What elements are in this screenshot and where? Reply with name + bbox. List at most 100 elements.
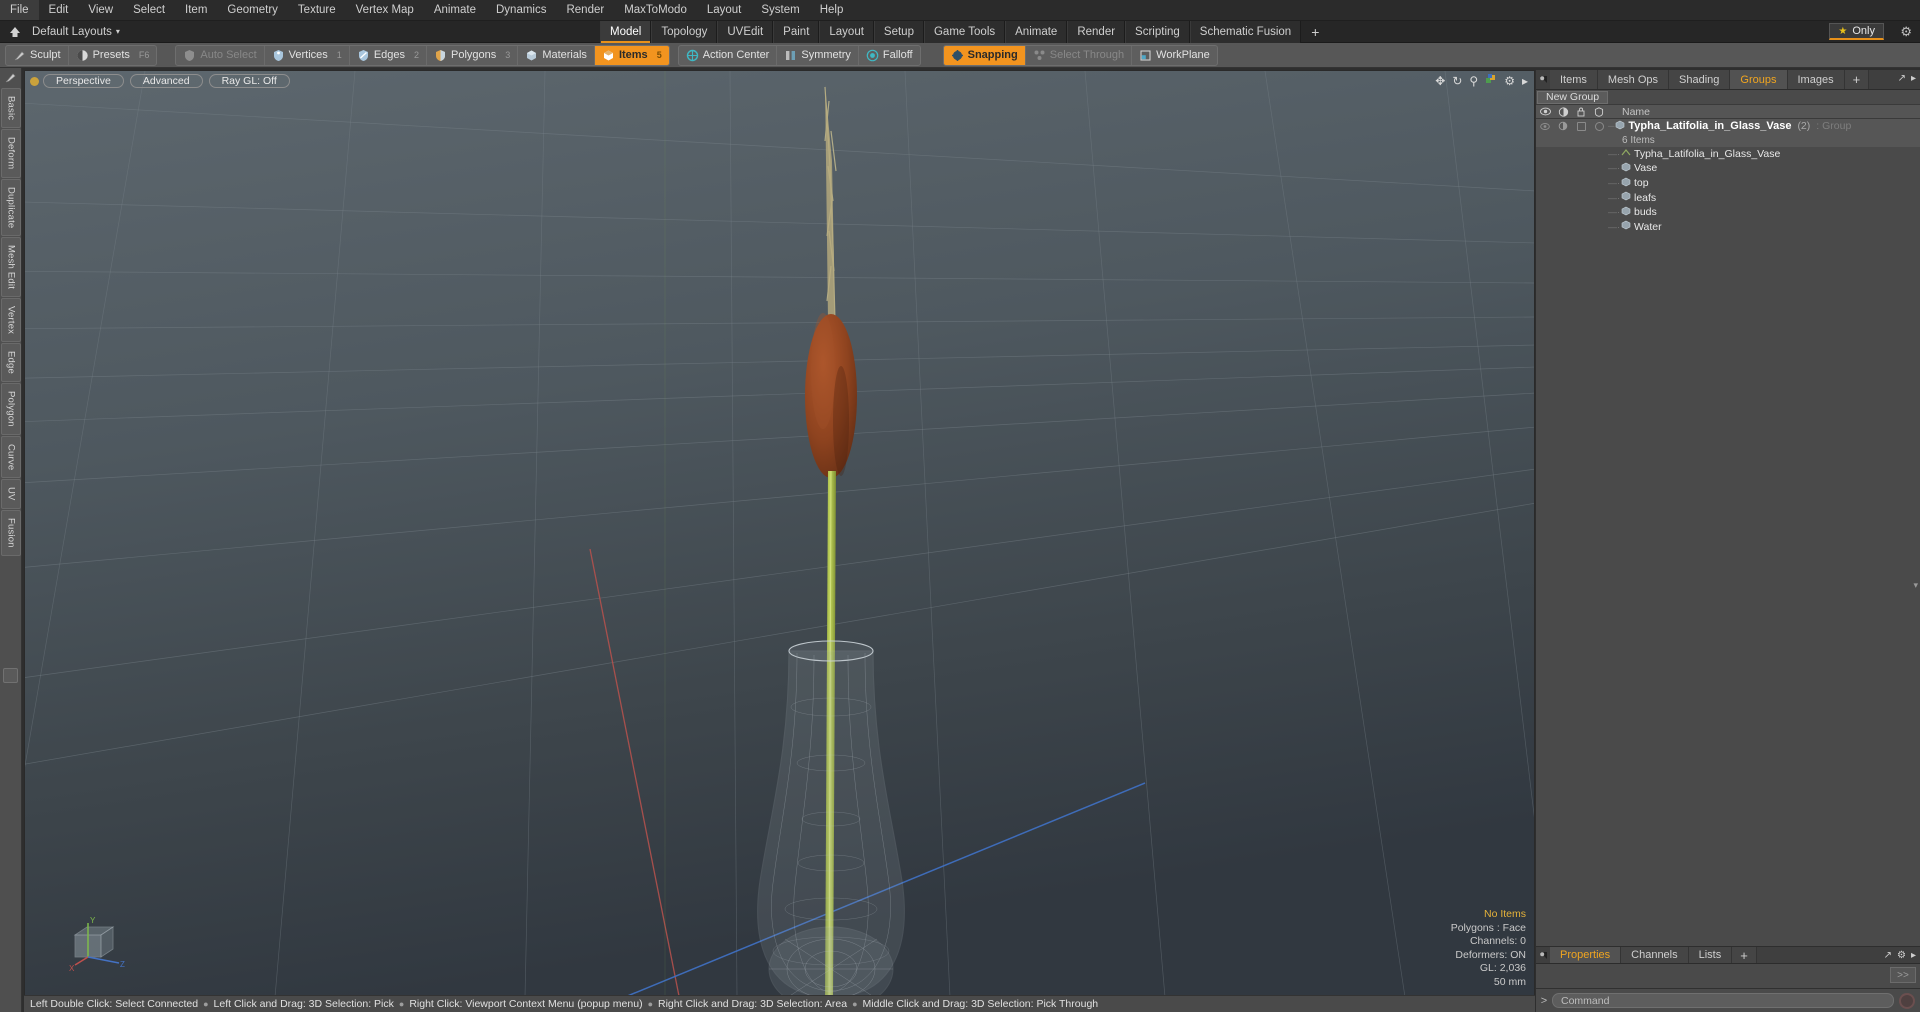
- sculpt-button[interactable]: Sculpt: [6, 45, 69, 65]
- tab-uvedit[interactable]: UVEdit: [717, 21, 774, 43]
- new-group-button[interactable]: New Group: [1537, 90, 1609, 104]
- group-select-toggle[interactable]: [1590, 121, 1608, 131]
- tool-tab-edge[interactable]: Edge: [1, 343, 21, 383]
- only-toggle-button[interactable]: ★ Only: [1829, 23, 1884, 40]
- tab-layout[interactable]: Layout: [819, 21, 874, 43]
- falloff-button[interactable]: Falloff: [859, 46, 920, 65]
- arrow-right-icon[interactable]: ▸: [1522, 74, 1528, 88]
- tool-tab-deform[interactable]: Deform: [1, 129, 21, 178]
- action-center-button[interactable]: Action Center: [679, 45, 778, 65]
- viewport-raygl-button[interactable]: Ray GL: Off: [208, 74, 290, 88]
- right-tab-shading[interactable]: Shading: [1669, 70, 1731, 89]
- tool-tab-polygon[interactable]: Polygon: [1, 383, 21, 435]
- polygons-button[interactable]: Polygons 3: [427, 45, 519, 65]
- tree-item-row[interactable]: ―· buds: [1536, 205, 1920, 220]
- command-input[interactable]: [1552, 993, 1894, 1008]
- bottom-tab-add[interactable]: +: [1732, 947, 1757, 963]
- layout-preset-label[interactable]: Default Layouts: [32, 26, 112, 38]
- gear-icon[interactable]: ⚙: [1897, 950, 1906, 961]
- viewport-shading-button[interactable]: Advanced: [129, 74, 203, 88]
- sculpt-brush-icon[interactable]: [0, 68, 21, 86]
- axis-gizmo[interactable]: Y X Z: [67, 913, 127, 973]
- tool-tab-fusion[interactable]: Fusion: [1, 509, 21, 556]
- tab-scripting[interactable]: Scripting: [1125, 21, 1190, 43]
- menu-item-help[interactable]: Help: [810, 0, 854, 20]
- right-tab-groups[interactable]: Groups: [1730, 70, 1788, 89]
- select-icon[interactable]: [1590, 106, 1608, 117]
- materials-button[interactable]: Materials: [518, 45, 595, 65]
- tree-item-row[interactable]: ―· Typha_Latifolia_in_Glass_Vase: [1536, 147, 1920, 162]
- tree-item-row[interactable]: ―· Vase: [1536, 161, 1920, 176]
- cattail-in-glass-vase-model[interactable]: [25, 71, 1535, 996]
- expand-icon[interactable]: ↗: [1884, 950, 1892, 961]
- menu-item-maxtomodo[interactable]: MaxToModo: [614, 0, 697, 20]
- tree-item-row[interactable]: ―· top: [1536, 176, 1920, 191]
- viewport-menu-icon[interactable]: [30, 76, 39, 86]
- menu-item-vertex-map[interactable]: Vertex Map: [346, 0, 424, 20]
- auto-select-button[interactable]: Auto Select: [176, 45, 265, 65]
- bottom-tab-properties[interactable]: Properties: [1550, 947, 1622, 963]
- tree-group-row[interactable]: ─ Typha_Latifolia_in_Glass_Vase (2) : Gr…: [1536, 119, 1920, 134]
- right-tab-add[interactable]: +: [1844, 70, 1870, 89]
- tool-tab-curve[interactable]: Curve: [1, 435, 21, 479]
- color-icon[interactable]: [1485, 73, 1497, 88]
- eye-icon[interactable]: [1536, 107, 1554, 116]
- chevron-down-icon[interactable]: ▾: [116, 27, 120, 36]
- workplane-button[interactable]: WorkPlane: [1132, 46, 1217, 65]
- right-tab-mesh-ops[interactable]: Mesh Ops: [1597, 70, 1670, 89]
- select-through-button[interactable]: Select Through: [1026, 45, 1133, 65]
- tool-properties-toggle[interactable]: [3, 668, 18, 683]
- tab-topology[interactable]: Topology: [651, 21, 718, 43]
- arrow-right-icon[interactable]: ▸: [1911, 950, 1916, 961]
- tree-item-row[interactable]: ―· leafs: [1536, 190, 1920, 205]
- menu-item-edit[interactable]: Edit: [39, 0, 79, 20]
- snapping-button[interactable]: Snapping: [943, 45, 1026, 65]
- menu-item-render[interactable]: Render: [556, 0, 614, 20]
- menu-item-system[interactable]: System: [751, 0, 809, 20]
- zoom-icon[interactable]: ⚲: [1469, 74, 1478, 88]
- group-render-toggle[interactable]: [1554, 121, 1572, 131]
- menu-item-layout[interactable]: Layout: [697, 0, 752, 20]
- tool-tab-basic[interactable]: Basic: [1, 88, 21, 129]
- panel-corner-icon[interactable]: [1536, 70, 1550, 89]
- home-arrow-icon[interactable]: [4, 22, 26, 42]
- move-icon[interactable]: ✥: [1435, 74, 1445, 88]
- menu-item-select[interactable]: Select: [123, 0, 175, 20]
- tab-game-tools[interactable]: Game Tools: [923, 21, 1006, 43]
- group-lock-toggle[interactable]: [1572, 121, 1590, 131]
- tab-setup[interactable]: Setup: [873, 21, 924, 43]
- tool-tab-mesh-edit[interactable]: Mesh Edit: [1, 237, 21, 298]
- right-tab-items[interactable]: Items: [1550, 70, 1598, 89]
- viewport-projection-button[interactable]: Perspective: [43, 74, 124, 88]
- items-button[interactable]: Items 5: [594, 45, 669, 65]
- expand-icon[interactable]: ↗: [1898, 73, 1906, 84]
- properties-expand-button[interactable]: >>: [1890, 967, 1916, 983]
- menu-item-item[interactable]: Item: [175, 0, 217, 20]
- menu-item-dynamics[interactable]: Dynamics: [486, 0, 556, 20]
- panel-corner-icon[interactable]: [1536, 947, 1550, 963]
- tab-schematic-fusion[interactable]: Schematic Fusion: [1189, 21, 1302, 43]
- menu-item-file[interactable]: File: [0, 0, 39, 20]
- 3d-viewport[interactable]: Perspective Advanced Ray GL: Off ✥ ↻ ⚲ ⚙…: [24, 70, 1535, 996]
- tab-animate[interactable]: Animate: [1005, 21, 1068, 43]
- edges-button[interactable]: Edges 2: [350, 45, 428, 65]
- tree-item-row[interactable]: ―· Water: [1536, 220, 1920, 235]
- tab-render[interactable]: Render: [1067, 21, 1126, 43]
- tree-expand-icon[interactable]: ─: [1608, 121, 1614, 131]
- bottom-tab-lists[interactable]: Lists: [1688, 947, 1733, 963]
- gear-icon[interactable]: ⚙: [1900, 24, 1912, 40]
- record-icon[interactable]: [1899, 992, 1915, 1009]
- tab-paint[interactable]: Paint: [773, 21, 820, 43]
- tool-tab-uv[interactable]: UV: [1, 479, 21, 509]
- vertices-button[interactable]: Vertices 1: [265, 45, 350, 65]
- gear-icon[interactable]: ⚙: [1504, 74, 1515, 88]
- render-icon[interactable]: [1554, 106, 1572, 117]
- tool-tab-vertex[interactable]: Vertex: [1, 298, 21, 343]
- menu-item-texture[interactable]: Texture: [288, 0, 346, 20]
- arrow-right-icon[interactable]: ▸: [1911, 73, 1916, 84]
- group-eye-toggle[interactable]: [1536, 122, 1554, 131]
- menu-item-animate[interactable]: Animate: [424, 0, 486, 20]
- add-tab-button[interactable]: +: [1301, 21, 1329, 43]
- presets-button[interactable]: Presets F6: [69, 46, 157, 65]
- right-tab-images[interactable]: Images: [1787, 70, 1845, 89]
